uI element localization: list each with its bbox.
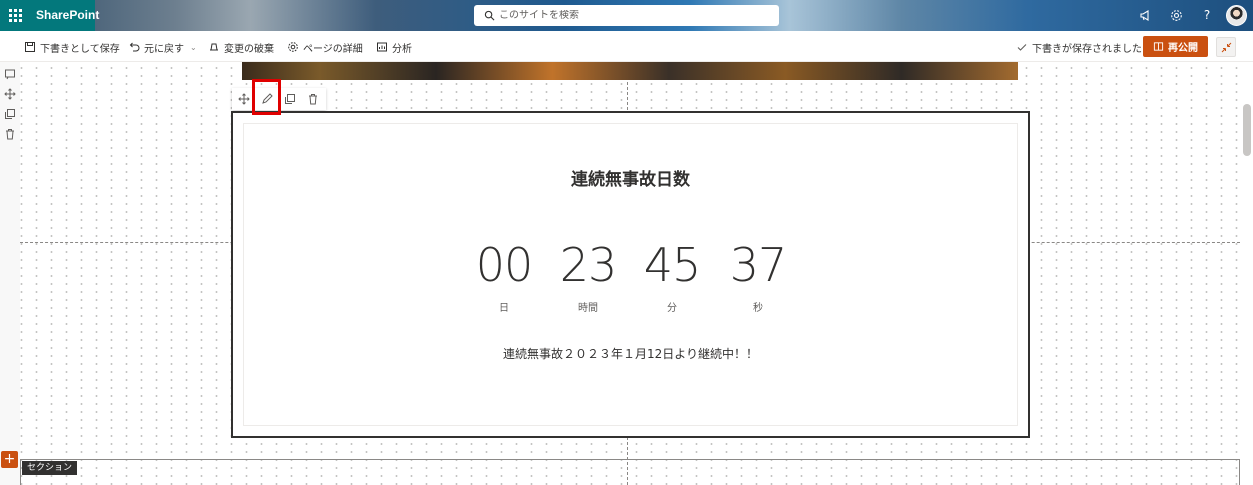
move-icon <box>237 93 250 105</box>
section-toolbar <box>0 62 20 485</box>
analytics-button[interactable]: 分析 <box>376 39 412 55</box>
countdown-minutes-value: 45 <box>643 238 702 292</box>
delete-section-icon[interactable] <box>4 128 16 140</box>
scrollbar-thumb[interactable] <box>1243 104 1251 156</box>
section-outline <box>20 459 1240 485</box>
page-details-button[interactable]: ページの詳細 <box>287 39 363 55</box>
suite-bar: SharePoint ? <box>0 0 1253 31</box>
chevron-down-icon[interactable]: ⌄ <box>190 43 197 52</box>
gear-icon <box>288 42 298 52</box>
countdown-hours-value: 23 <box>559 238 618 292</box>
undo-icon <box>129 42 140 52</box>
collapse-button[interactable] <box>1216 37 1236 57</box>
countdown-seconds-value: 37 <box>729 238 788 292</box>
analytics-icon <box>377 42 387 52</box>
countdown-minutes-label: 分 <box>667 303 677 314</box>
save-draft-label: 下書きとして保存 <box>40 43 120 55</box>
search-icon <box>484 10 495 21</box>
countdown-days-label: 日 <box>499 303 509 314</box>
page-details-label: ページの詳細 <box>303 43 363 55</box>
undo-button[interactable]: 元に戻す ⌄ <box>128 39 197 55</box>
command-bar: 下書きとして保存 元に戻す ⌄ 変更の破棄 ページの詳細 分析 下書きが保存され… <box>0 31 1253 62</box>
duplicate-webpart-button[interactable] <box>278 88 301 110</box>
saved-status: 下書きが保存されました <box>1016 39 1142 55</box>
save-icon <box>25 42 35 52</box>
help-icon[interactable]: ? <box>1199 7 1215 23</box>
add-section-button[interactable]: + <box>1 451 18 468</box>
analytics-label: 分析 <box>392 43 412 55</box>
book-icon <box>1153 42 1164 51</box>
webpart-title: 連続無事故日数 <box>571 170 690 190</box>
countdown-webpart[interactable]: 連続無事故日数 00 23 45 37 日 時間 分 秒 連続無事故２０２３年１… <box>231 111 1030 438</box>
discard-changes-button[interactable]: 変更の破棄 <box>208 39 274 55</box>
saved-status-text: 下書きが保存されました <box>1032 43 1142 55</box>
edit-button-highlight <box>252 79 281 115</box>
checkmark-icon <box>1017 44 1027 51</box>
countdown-days-value: 00 <box>475 238 534 292</box>
discard-icon <box>210 43 218 51</box>
trash-icon <box>308 94 317 105</box>
hero-image-strip <box>242 62 1018 80</box>
save-draft-button[interactable]: 下書きとして保存 <box>24 39 120 55</box>
search-input[interactable] <box>499 10 759 21</box>
countdown-seconds-label: 秒 <box>753 303 763 314</box>
search-box[interactable] <box>474 5 779 26</box>
avatar[interactable] <box>1226 5 1247 26</box>
delete-webpart-button[interactable] <box>301 88 324 110</box>
section-label: セクション <box>22 461 78 475</box>
megaphone-icon[interactable] <box>1137 7 1153 23</box>
edit-section-icon[interactable] <box>4 68 16 80</box>
republish-button[interactable]: 再公開 <box>1143 36 1208 57</box>
settings-icon[interactable] <box>1168 7 1184 23</box>
duplicate-icon <box>284 94 295 104</box>
app-name[interactable]: SharePoint <box>31 0 99 31</box>
duplicate-section-icon[interactable] <box>4 108 16 120</box>
waffle-icon[interactable] <box>0 0 31 31</box>
discard-label: 変更の破棄 <box>224 43 274 55</box>
move-section-icon[interactable] <box>4 88 16 100</box>
webpart-message: 連続無事故２０２３年１月12日より継続中！！ <box>502 347 759 361</box>
collapse-icon <box>1221 42 1231 52</box>
countdown-hours-label: 時間 <box>578 303 598 314</box>
republish-label: 再公開 <box>1168 43 1198 54</box>
undo-label: 元に戻す <box>144 43 184 55</box>
